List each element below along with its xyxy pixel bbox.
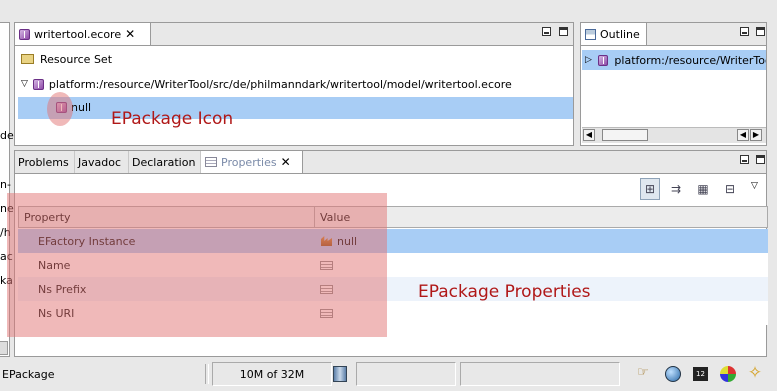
outline-tab-label: Outline: [600, 27, 640, 41]
show-advanced-button[interactable]: ⇉: [666, 178, 686, 200]
outline-minimize-icon[interactable]: [740, 27, 749, 36]
epackage-icon-note: EPackage Icon: [111, 109, 234, 129]
scroll-thumb[interactable]: [602, 129, 648, 141]
status-empty-2: [460, 362, 620, 386]
tab-problems[interactable]: Problems: [15, 151, 75, 173]
outline-icon: [585, 28, 596, 40]
outline-hscrollbar[interactable]: ◀ ◀ ▶: [582, 127, 766, 143]
star-icon[interactable]: ✧: [745, 363, 765, 383]
hand-icon[interactable]: ☞: [632, 365, 654, 385]
status-selection: EPackage: [0, 362, 205, 386]
outline-resource-icon: [597, 54, 609, 66]
resource-set-label: Resource Set: [40, 52, 113, 66]
package-label: null: [71, 101, 92, 114]
resource-row[interactable]: ▽ platform:/resource/WriterTool/src/de/p…: [21, 74, 512, 94]
properties-highlight-overlay: [7, 193, 387, 337]
tab-outline[interactable]: Outline: [581, 23, 647, 45]
bottom-minimize-icon[interactable]: [740, 155, 749, 164]
left-edge-scrollbar[interactable]: [0, 341, 8, 355]
close-icon[interactable]: ✕: [125, 28, 135, 40]
icon-highlight-circle: [47, 92, 73, 126]
status-empty-1: [356, 362, 456, 386]
left-edge-text-1: n-: [0, 178, 11, 191]
trash-icon[interactable]: [333, 366, 347, 382]
bottom-maximize-icon[interactable]: [756, 155, 765, 164]
minimize-icon[interactable]: [542, 27, 551, 36]
outline-item-label: platform:/resource/WriterTool: [614, 53, 766, 67]
left-edge-text-0: de: [0, 129, 14, 142]
tab-javadoc-label: Javadoc: [78, 155, 121, 169]
status-divider: [205, 364, 209, 384]
epackage-properties-note: EPackage Properties: [418, 282, 591, 302]
folder-icon: [21, 54, 34, 64]
editor-tabbar: writertool.ecore ✕: [15, 23, 573, 46]
heap-status-label: 10M of 32M: [239, 367, 305, 381]
properties-tab-icon: [205, 157, 217, 167]
properties-close-icon[interactable]: ✕: [281, 156, 291, 168]
tab-properties[interactable]: Properties ✕: [201, 151, 303, 173]
editor-tab-label: writertool.ecore: [34, 27, 122, 41]
view-menu-icon[interactable]: ▽: [751, 181, 758, 191]
tab-javadoc[interactable]: Javadoc: [75, 151, 129, 173]
outline-item[interactable]: ▷ platform:/resource/WriterTool: [582, 50, 766, 70]
scroll-right-icon-2[interactable]: ▶: [750, 129, 762, 141]
resource-icon: [32, 78, 44, 90]
editor-pane: writertool.ecore ✕ Resource Set ▽ platfo…: [14, 22, 574, 146]
tab-problems-label: Problems: [18, 155, 69, 169]
expand-down-icon[interactable]: ▽: [21, 79, 28, 89]
filter-button[interactable]: ▦: [693, 178, 713, 200]
outline-pane: Outline ▷ platform:/resource/WriterTool …: [580, 22, 767, 146]
outline-maximize-icon[interactable]: [756, 27, 765, 36]
tab-declaration[interactable]: Declaration: [129, 151, 201, 173]
globe-icon[interactable]: [665, 366, 681, 382]
maximize-icon[interactable]: [559, 27, 568, 36]
package-row[interactable]: null: [18, 97, 573, 119]
resource-path: platform:/resource/WriterTool/src/de/phi…: [48, 77, 512, 91]
console-icon[interactable]: 12: [693, 367, 708, 381]
palette-icon[interactable]: [720, 366, 736, 382]
tab-declaration-label: Declaration: [132, 155, 196, 169]
show-categories-button[interactable]: ⊞: [640, 178, 660, 200]
ecore-file-icon: [19, 28, 30, 40]
scroll-left-icon[interactable]: ◀: [583, 129, 595, 141]
heap-status[interactable]: 10M of 32M: [212, 362, 332, 386]
bottom-tabbar: Problems Javadoc Declaration Properties …: [15, 151, 766, 174]
properties-tab-label: Properties: [221, 155, 277, 169]
restore-default-button[interactable]: ⊟: [720, 178, 740, 200]
resource-set-row[interactable]: Resource Set: [21, 49, 112, 69]
scroll-right-icon[interactable]: ◀: [737, 129, 749, 141]
tab-writertool-ecore[interactable]: writertool.ecore ✕: [15, 23, 151, 45]
status-selection-label: EPackage: [2, 367, 55, 381]
outline-tabbar: Outline: [581, 23, 766, 46]
expand-right-icon[interactable]: ▷: [582, 55, 592, 65]
